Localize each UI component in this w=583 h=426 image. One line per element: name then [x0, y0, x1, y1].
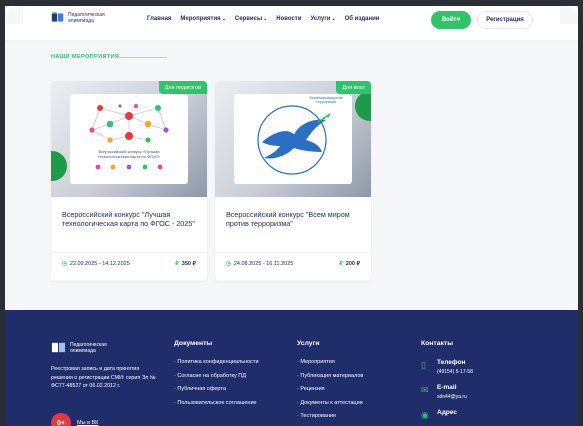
nav-label: Мероприятия	[180, 16, 221, 22]
clock-icon: ◷	[226, 261, 231, 267]
event-card[interactable]: Всем миром против терроризма Для всех Вс…	[215, 81, 371, 281]
audience-badge: Для педагогов	[158, 81, 207, 94]
location-icon: ◉	[421, 410, 429, 420]
registration-info: Реестровая запись и дата принятия решени…	[51, 366, 156, 389]
event-title[interactable]: Всероссийский конкурс "Лучшая технологич…	[62, 210, 198, 228]
event-title[interactable]: Всероссийский конкурс "Всем миром против…	[226, 210, 362, 228]
price-value: 350 ₽	[181, 261, 196, 267]
network-diagram-icon	[89, 104, 169, 170]
logo-text: Педагогическая олимпиада	[68, 11, 105, 24]
event-card-image: Всем миром против терроризма Для всех	[215, 81, 371, 197]
age-rating-badge: 0+	[51, 413, 71, 426]
footer-link[interactable]: Рецензия	[297, 386, 363, 392]
chevron-down-icon: ⌄	[221, 16, 226, 22]
footer-link[interactable]: Политика конфиденциальности	[174, 359, 258, 365]
event-poster: Всем миром против терроризма	[234, 94, 352, 184]
site-footer: Педагогическая олимпиада Реестровая запи…	[5, 310, 578, 426]
chevron-down-icon: ⌄	[263, 16, 268, 22]
device-frame-right	[578, 0, 583, 426]
footer-link[interactable]: Пользовательское соглашение	[174, 400, 259, 406]
footer-logo[interactable]: Педагогическая олимпиада	[51, 340, 114, 355]
nav-label: Об издании	[344, 16, 380, 22]
contact-address: ◉ Адрес	[421, 409, 473, 420]
footer-contacts: Контакты ▯ Телефон (49154) 5-17-58 ✉ E-m…	[421, 340, 473, 425]
vk-link[interactable]: Мы в ВК	[77, 420, 98, 426]
nav-label: Главная	[147, 16, 172, 22]
nav-item-home[interactable]: Главная	[147, 16, 171, 22]
clock-icon: ◷	[62, 261, 67, 267]
poster-caption: Всероссийский конкурс «Лучшая технологич…	[97, 149, 161, 159]
phone-icon: ▯	[421, 360, 426, 370]
event-price: ₽ 350 ₽	[175, 261, 196, 267]
register-button[interactable]: Регистрация	[477, 11, 533, 29]
date-range: 24.08.2025 - 16.11.2025	[233, 261, 294, 267]
contact-label: Телефон	[437, 359, 466, 366]
divider	[215, 252, 371, 253]
footer-link[interactable]: Тестирование	[297, 413, 363, 419]
footer-link[interactable]: Мероприятия	[297, 359, 363, 365]
contact-email[interactable]: ✉ E-mail sdo44@ya.ru	[421, 384, 473, 400]
event-price: ₽ 200 ₽	[339, 261, 360, 267]
contacts-heading: Контакты	[421, 340, 454, 347]
contact-label: Адрес	[437, 409, 457, 416]
contact-value: sdo44@ya.ru	[437, 394, 467, 400]
services-heading: Услуги	[297, 340, 320, 347]
audience-badge: Для всех	[336, 81, 371, 94]
footer-link[interactable]: Публичная оферта	[174, 386, 259, 392]
event-dates: ◷ 22.09.2025 - 14.12.2025	[62, 261, 130, 267]
footer-link[interactable]: Публикация материалов	[297, 373, 363, 379]
book-logo-icon	[51, 342, 66, 353]
event-card[interactable]: Всероссийский конкурс «Лучшая технологич…	[51, 81, 207, 281]
divider	[51, 252, 207, 253]
decorative-shape	[355, 91, 371, 121]
footer-link[interactable]: Документы к аттестации	[297, 400, 363, 406]
site-logo[interactable]: Педагогическая олимпиада	[51, 11, 112, 24]
section-title-underline	[119, 57, 167, 58]
decorative-shape	[51, 151, 67, 181]
documents-heading: Документы	[174, 340, 213, 347]
footer-services: Услуги Мероприятия Публикация материалов…	[297, 340, 363, 426]
site-header: Педагогическая олимпиада Главная Меропри…	[5, 0, 578, 40]
section-title: НАШИ МЕРОПРИЯТИЯ	[51, 54, 120, 60]
footer-documents: Документы Политика конфиденциальности Со…	[174, 340, 259, 413]
contact-label: E-mail	[437, 384, 457, 391]
book-logo-icon	[51, 12, 64, 22]
ruble-icon: ₽	[339, 261, 343, 267]
nav-label: Новости	[276, 16, 302, 22]
device-frame-top	[0, 0, 583, 6]
nav-item-events[interactable]: Мероприятия ⌄	[180, 16, 225, 22]
nav-item-services[interactable]: Сервисы ⌄	[235, 16, 267, 22]
nav-item-news[interactable]: Новости	[276, 16, 301, 22]
event-dates: ◷ 24.08.2025 - 16.11.2025	[226, 261, 293, 267]
date-range: 22.09.2025 - 14.12.2025	[69, 261, 130, 267]
nav-label: Услуги	[310, 16, 331, 22]
mail-icon: ✉	[421, 385, 429, 395]
vk-block[interactable]: 0+ Мы в ВК	[51, 413, 98, 426]
ruble-icon: ₽	[175, 261, 179, 267]
login-button[interactable]: Войти	[431, 11, 471, 29]
main-nav: Главная Мероприятия ⌄ Сервисы ⌄ Новости Ус…	[147, 16, 379, 22]
contact-phone[interactable]: ▯ Телефон (49154) 5-17-58	[421, 359, 473, 375]
nav-label: Сервисы	[234, 16, 263, 22]
peace-dove-icon	[257, 105, 331, 175]
footer-link[interactable]: Согласие на обработку ПД	[174, 373, 259, 379]
event-card-image: Всероссийский конкурс «Лучшая технологич…	[51, 81, 207, 197]
nav-item-about[interactable]: Об издании	[345, 16, 380, 22]
event-poster: Всероссийский конкурс «Лучшая технологич…	[70, 94, 188, 184]
price-value: 200 ₽	[345, 261, 360, 267]
contact-value: (49154) 5-17-58	[437, 369, 473, 375]
logo-text: Педагогическая олимпиада	[70, 341, 107, 354]
nav-item-offerings[interactable]: Услуги ⌄	[310, 16, 335, 22]
device-frame-left	[0, 0, 5, 426]
chevron-down-icon: ⌄	[331, 16, 336, 22]
poster-caption: Всем миром против терроризма	[309, 96, 343, 105]
page-viewport: Педагогическая олимпиада Главная Меропри…	[5, 0, 578, 426]
